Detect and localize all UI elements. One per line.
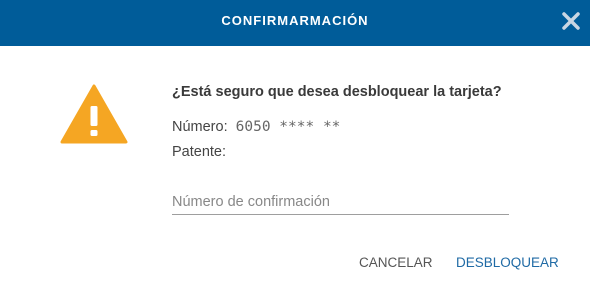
confirmation-question: ¿Está seguro que desea desbloquear la ta…: [172, 84, 502, 100]
card-number-value: 6050 **** **: [235, 119, 341, 135]
close-icon[interactable]: [560, 10, 582, 32]
dialog-title: CONFIRMARMACIÓN: [221, 13, 369, 28]
card-number-row: Número: 6050 **** **: [172, 119, 340, 135]
card-number-label: Número:: [172, 119, 228, 135]
unlock-button[interactable]: DESBLOQUEAR: [456, 255, 559, 270]
plate-label: Patente:: [172, 144, 227, 160]
cancel-button[interactable]: CANCELAR: [359, 255, 433, 270]
plate-row: Patente:: [172, 144, 226, 160]
warning-icon: [60, 84, 128, 144]
confirmation-dialog: CONFIRMARMACIÓN ¿Está seguro que desea d…: [0, 0, 590, 295]
confirmation-number-input[interactable]: [172, 190, 509, 215]
dialog-header: CONFIRMARMACIÓN: [0, 0, 590, 46]
